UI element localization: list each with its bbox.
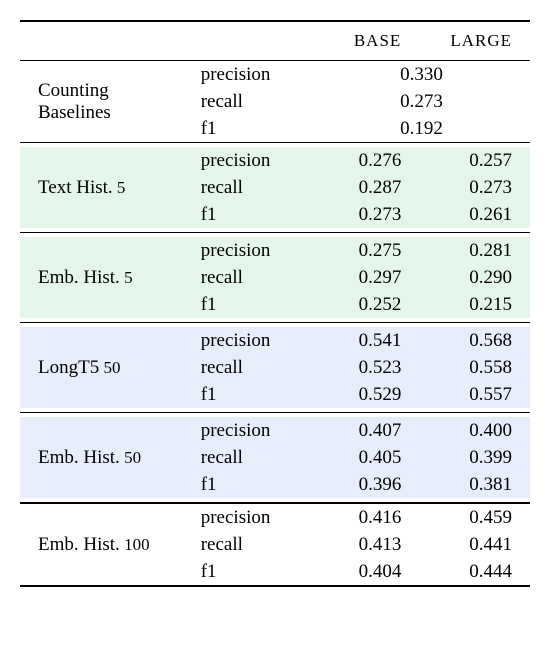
metric-label: f1 xyxy=(193,291,313,318)
value-large: 0.444 xyxy=(419,558,530,585)
table-row: Emb. Hist. 50precision0.4070.400 xyxy=(20,417,530,444)
method-name: Text Hist. 5 xyxy=(20,147,193,228)
value-large: 0.557 xyxy=(419,381,530,408)
results-table: BASE LARGE CountingBaselinesprecision0.3… xyxy=(20,20,530,587)
value-large: 0.273 xyxy=(419,174,530,201)
metric-label: precision xyxy=(193,147,313,174)
metric-label: f1 xyxy=(193,558,313,585)
metric-label: precision xyxy=(193,327,313,354)
value-large: 0.459 xyxy=(419,504,530,532)
value-base: 0.287 xyxy=(313,174,419,201)
value-base: 0.413 xyxy=(313,531,419,558)
value-large: 0.281 xyxy=(419,237,530,264)
method-name: Emb. Hist. 100 xyxy=(20,504,193,586)
metric-label: precision xyxy=(193,504,313,532)
header-row: BASE LARGE xyxy=(20,21,530,61)
value-base: 0.252 xyxy=(313,291,419,318)
value-large: 0.257 xyxy=(419,147,530,174)
value-base: 0.396 xyxy=(313,471,419,498)
metric-label: precision xyxy=(193,61,313,89)
metric-value: 0.192 xyxy=(313,115,530,143)
table-row: CountingBaselinesprecision0.330 xyxy=(20,61,530,89)
value-large: 0.290 xyxy=(419,264,530,291)
metric-label: f1 xyxy=(193,381,313,408)
value-large: 0.568 xyxy=(419,327,530,354)
value-large: 0.400 xyxy=(419,417,530,444)
metric-label: recall xyxy=(193,354,313,381)
value-large: 0.558 xyxy=(419,354,530,381)
method-name: CountingBaselines xyxy=(20,61,193,143)
metric-value: 0.330 xyxy=(313,61,530,89)
metric-label: recall xyxy=(193,174,313,201)
table-row: Emb. Hist. 5precision0.2750.281 xyxy=(20,237,530,264)
metric-value: 0.273 xyxy=(313,88,530,115)
value-base: 0.407 xyxy=(313,417,419,444)
header-large: LARGE xyxy=(450,31,512,50)
value-base: 0.541 xyxy=(313,327,419,354)
value-base: 0.276 xyxy=(313,147,419,174)
table-row: LongT5 50precision0.5410.568 xyxy=(20,327,530,354)
value-base: 0.405 xyxy=(313,444,419,471)
value-large: 0.215 xyxy=(419,291,530,318)
metric-label: precision xyxy=(193,417,313,444)
value-base: 0.297 xyxy=(313,264,419,291)
table-row: Emb. Hist. 100precision0.4160.459 xyxy=(20,504,530,532)
header-base: BASE xyxy=(354,31,401,50)
metric-label: f1 xyxy=(193,471,313,498)
value-base: 0.416 xyxy=(313,504,419,532)
metric-label: recall xyxy=(193,264,313,291)
value-base: 0.529 xyxy=(313,381,419,408)
metric-label: recall xyxy=(193,531,313,558)
method-name: Emb. Hist. 50 xyxy=(20,417,193,498)
metric-label: f1 xyxy=(193,201,313,228)
value-base: 0.273 xyxy=(313,201,419,228)
metric-label: precision xyxy=(193,237,313,264)
value-large: 0.381 xyxy=(419,471,530,498)
metric-label: recall xyxy=(193,88,313,115)
table-row: Text Hist. 5precision0.2760.257 xyxy=(20,147,530,174)
value-base: 0.275 xyxy=(313,237,419,264)
method-name: LongT5 50 xyxy=(20,327,193,408)
value-base: 0.404 xyxy=(313,558,419,585)
value-base: 0.523 xyxy=(313,354,419,381)
metric-label: recall xyxy=(193,444,313,471)
value-large: 0.399 xyxy=(419,444,530,471)
metric-label: f1 xyxy=(193,115,313,143)
value-large: 0.441 xyxy=(419,531,530,558)
value-large: 0.261 xyxy=(419,201,530,228)
method-name: Emb. Hist. 5 xyxy=(20,237,193,318)
